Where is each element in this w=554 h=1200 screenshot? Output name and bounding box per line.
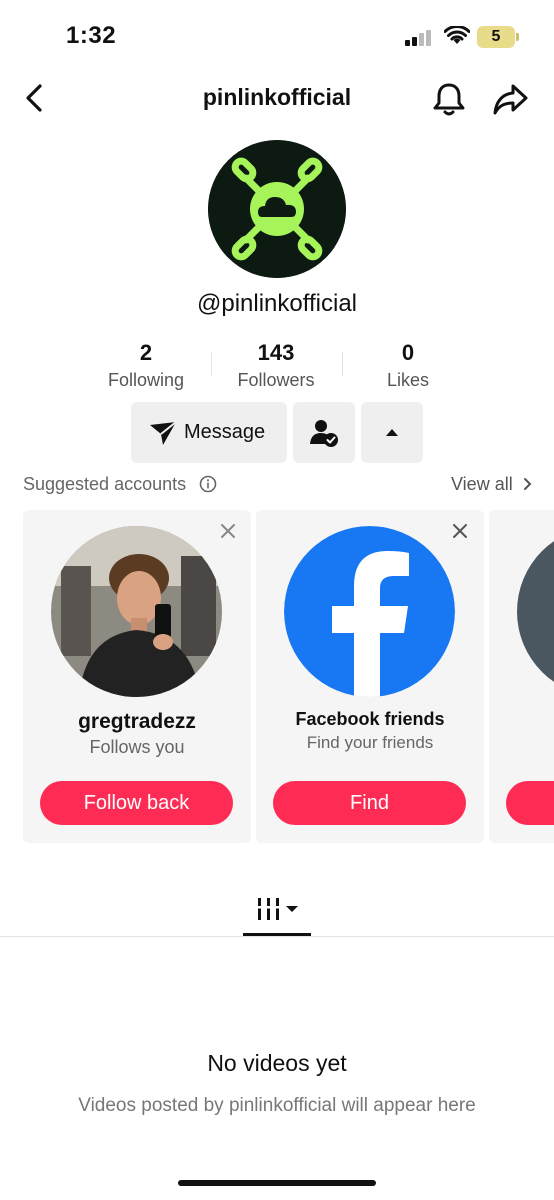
view-all-link[interactable]: View all <box>451 474 532 495</box>
user-avatar[interactable] <box>51 526 222 697</box>
follow-back-button[interactable]: Follow back <box>40 781 233 825</box>
stat-divider <box>342 352 343 376</box>
card-subtitle: Find your friends <box>306 733 434 752</box>
profile-handle: @pinlinkofficial <box>197 290 357 317</box>
empty-state-subtitle: Videos posted by pinlinkofficial will ap… <box>78 1095 476 1116</box>
facebook-avatar[interactable] <box>284 526 455 697</box>
status-time: 1:32 <box>66 22 117 49</box>
home-indicator[interactable] <box>178 1180 376 1186</box>
suggested-card[interactable]: M Wa F <box>489 510 554 843</box>
follow-button[interactable]: F <box>506 781 554 825</box>
page-title: pinlinkofficial <box>202 84 352 110</box>
friends-status-button[interactable] <box>293 402 355 463</box>
suggested-card[interactable]: Facebook friends Find your friends Find <box>256 510 484 843</box>
empty-state-title: No videos yet <box>207 1050 347 1076</box>
videos-grid-tab-icon[interactable] <box>255 896 303 922</box>
tab-divider <box>0 936 554 937</box>
signal-icon <box>405 30 433 46</box>
chevron-right-icon <box>523 478 532 490</box>
likes-label[interactable]: Likes <box>358 370 458 391</box>
card-name: gregtradezz <box>78 710 196 733</box>
profile-avatar[interactable] <box>208 140 346 278</box>
suggested-accounts-title: Suggested accounts <box>23 474 217 495</box>
suggested-card[interactable]: gregtradezz Follows you Follow back <box>23 510 251 843</box>
bell-icon[interactable] <box>430 80 468 118</box>
chain-cloud-logo-icon <box>208 140 346 278</box>
suggested-accounts-label: Suggested accounts <box>23 474 187 494</box>
find-button[interactable]: Find <box>273 781 466 825</box>
battery-indicator: 5 <box>477 26 519 48</box>
following-count[interactable]: 2 <box>96 340 196 366</box>
info-icon[interactable] <box>199 475 217 493</box>
view-all-label: View all <box>451 474 513 494</box>
expand-suggestions-button[interactable] <box>361 402 423 463</box>
send-icon <box>150 421 177 445</box>
following-label[interactable]: Following <box>96 370 196 391</box>
person-photo-icon <box>51 526 222 697</box>
facebook-logo-icon <box>284 526 455 697</box>
share-arrow-icon[interactable] <box>490 80 530 118</box>
caret-up-icon <box>386 429 398 436</box>
close-icon[interactable] <box>219 522 237 540</box>
wifi-icon <box>444 26 470 44</box>
close-icon[interactable] <box>451 522 469 540</box>
followers-count[interactable]: 143 <box>226 340 326 366</box>
card-name: Facebook friends <box>295 709 445 729</box>
stat-divider <box>211 352 212 376</box>
user-check-icon <box>310 420 338 447</box>
likes-count[interactable]: 0 <box>358 340 458 366</box>
card-subtitle: Follows you <box>89 737 185 757</box>
followers-label[interactable]: Followers <box>226 370 326 391</box>
message-button[interactable]: Message <box>131 402 287 463</box>
message-label: Message <box>184 421 266 443</box>
user-avatar[interactable] <box>517 526 554 697</box>
